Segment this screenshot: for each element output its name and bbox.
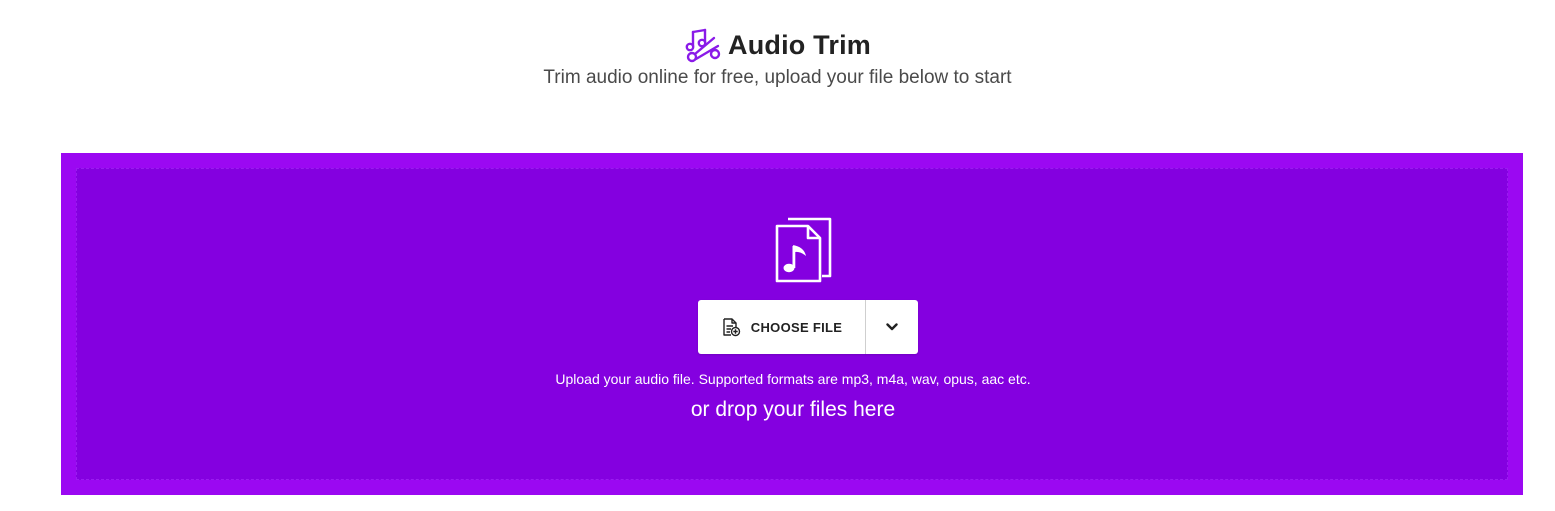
audio-trim-icon [684, 26, 722, 64]
title-row: Audio Trim [0, 26, 1555, 64]
page: Audio Trim Trim audio online for free, u… [0, 0, 1555, 511]
upload-dropzone[interactable]: CHOOSE FILE Upload your audio file. Supp… [61, 153, 1523, 495]
choose-file-button[interactable]: CHOOSE FILE [698, 300, 866, 354]
choose-file-group: CHOOSE FILE [698, 300, 918, 354]
chevron-down-icon [886, 323, 898, 331]
upload-source-dropdown-button[interactable] [866, 300, 918, 354]
drop-files-text: or drop your files here [690, 398, 896, 421]
choose-file-label: CHOOSE FILE [750, 319, 843, 335]
supported-formats-text: Upload your audio file. Supported format… [555, 371, 1031, 387]
page-title: Audio Trim [728, 29, 871, 60]
add-file-icon [721, 317, 741, 337]
page-subtitle: Trim audio online for free, upload your … [543, 67, 1012, 88]
audio-file-icon [774, 216, 832, 284]
dropzone-inner[interactable]: CHOOSE FILE Upload your audio file. Supp… [76, 168, 1508, 480]
